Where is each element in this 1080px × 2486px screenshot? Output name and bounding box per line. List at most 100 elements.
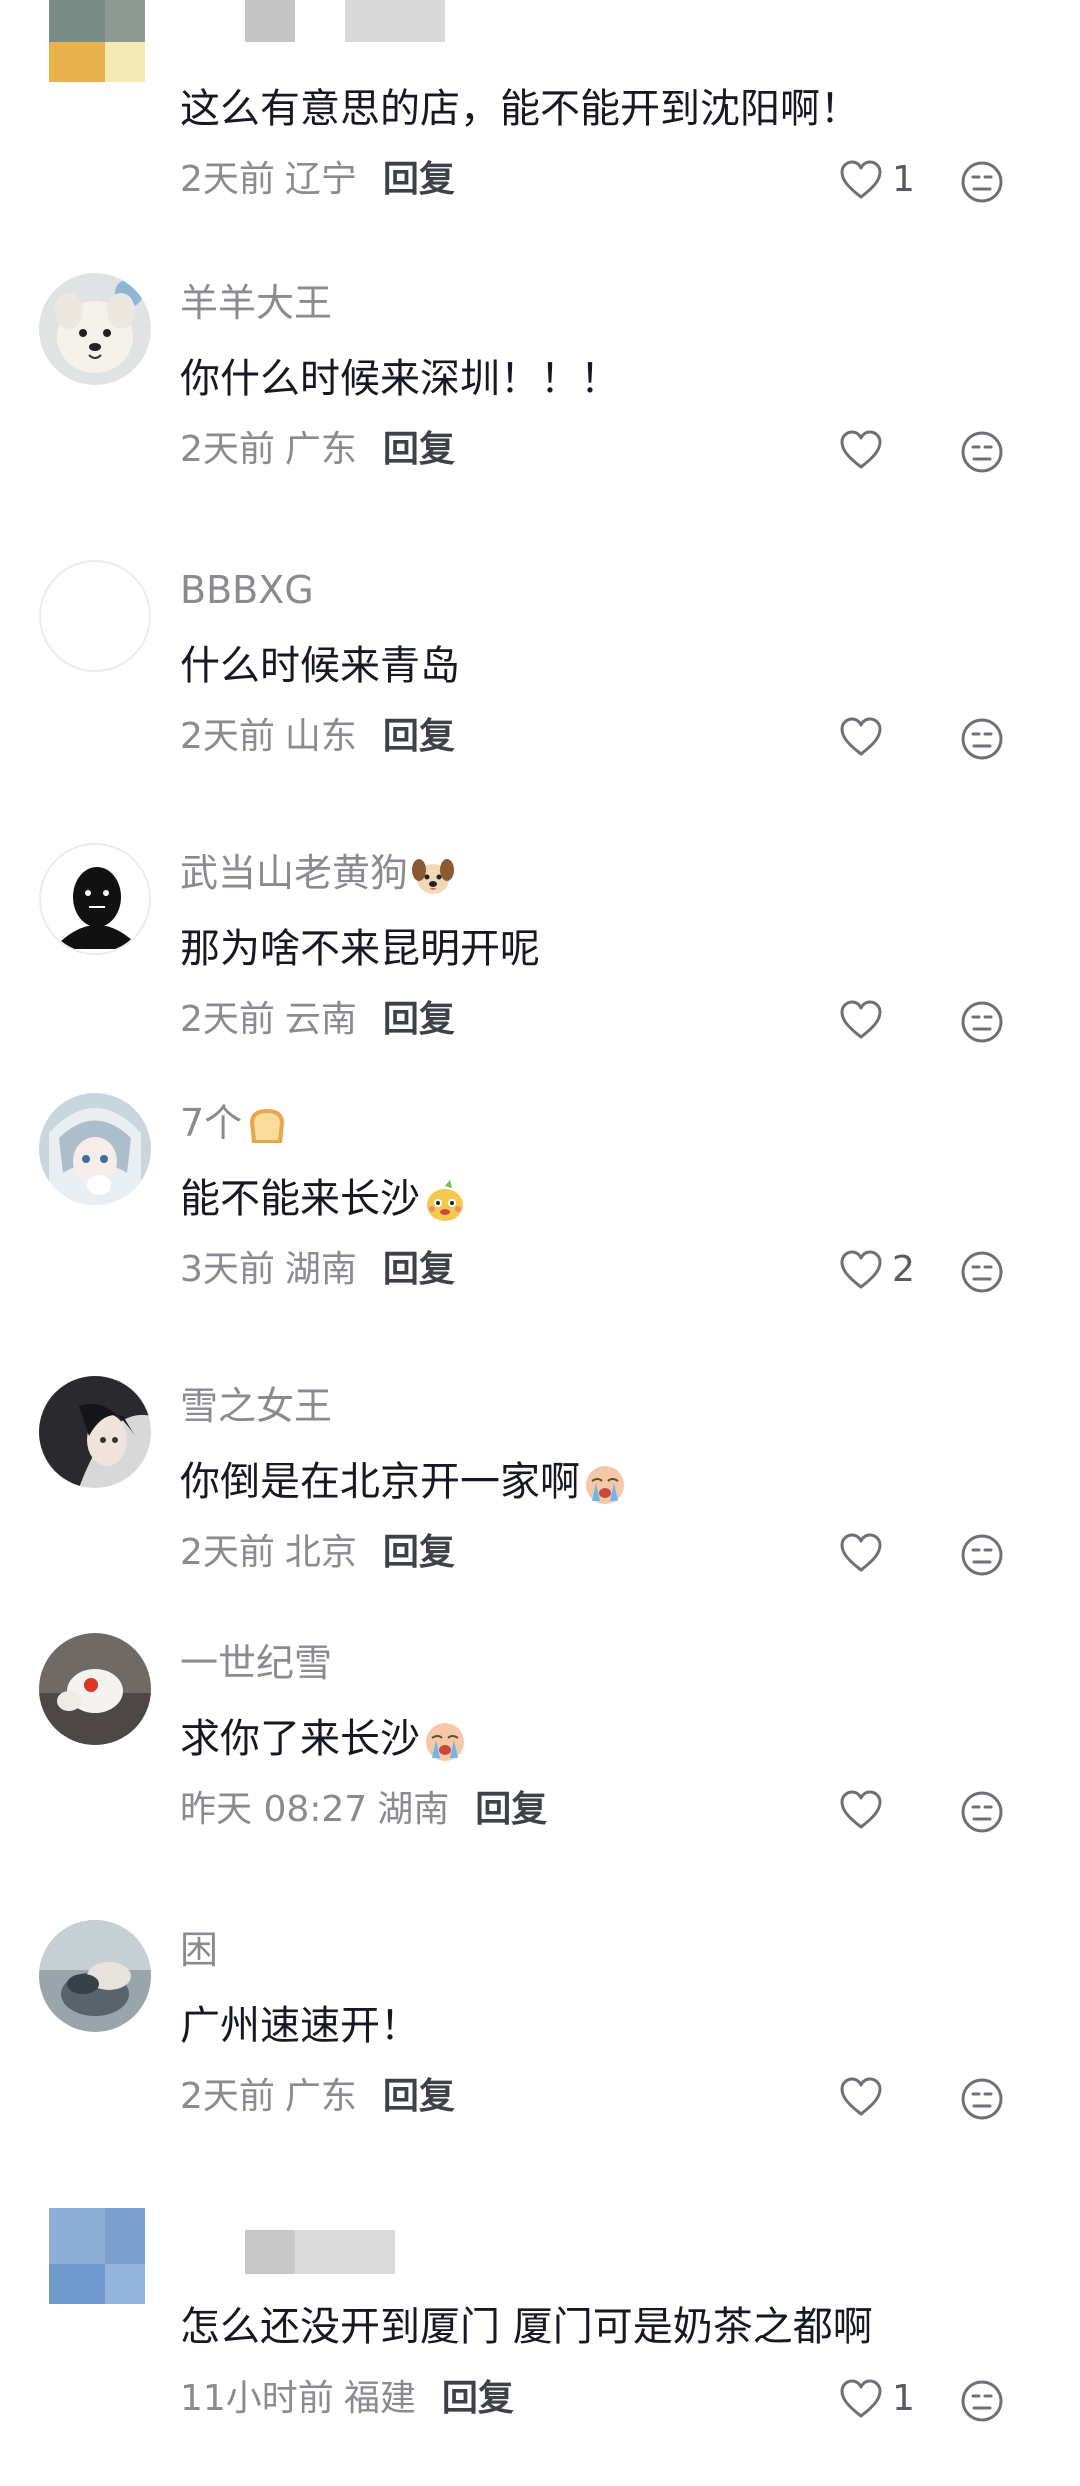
- comment-time: 2天前: [180, 429, 275, 470]
- comment-text: 什么时候来青岛: [180, 643, 460, 689]
- reply-button[interactable]: 回复: [383, 716, 455, 757]
- username[interactable]: 雪之女王: [180, 1383, 332, 1429]
- comment-meta: 2天前 辽宁 回复: [180, 158, 455, 202]
- neutral-face-icon: [960, 1000, 1004, 1044]
- avatar[interactable]: [39, 273, 151, 385]
- comment-text: 那为啥不来昆明开呢: [180, 926, 540, 972]
- comment-location: 湖南: [377, 1789, 450, 1830]
- username[interactable]: 7个: [180, 1100, 290, 1149]
- like-count: 1: [892, 2378, 915, 2419]
- dog-face-emoji: [410, 853, 456, 899]
- reply-button[interactable]: 回复: [442, 2378, 514, 2419]
- username[interactable]: 羊羊大王: [180, 280, 332, 326]
- neutral-face-icon: [960, 2077, 1004, 2121]
- crying-face-emoji: [582, 1461, 628, 1507]
- comment-time: 2天前: [180, 2076, 275, 2117]
- like-button[interactable]: 1: [838, 156, 915, 204]
- dislike-button[interactable]: [960, 160, 1004, 204]
- comment-text: 广州速速开！: [180, 2003, 420, 2049]
- comment-location: 山东: [284, 716, 357, 757]
- comment-text: 你什么时候来深圳！！！: [180, 356, 620, 402]
- heart-outline-icon: [838, 1532, 884, 1574]
- reply-button[interactable]: 回复: [383, 999, 455, 1040]
- reply-button[interactable]: 回复: [383, 2076, 455, 2117]
- username[interactable]: 困: [180, 1927, 218, 1973]
- username-blur: [245, 0, 295, 42]
- comment-time: 11小时前: [180, 2378, 334, 2419]
- comment-location: 福建: [343, 2378, 416, 2419]
- comment-text: 这么有意思的店，能不能开到沈阳啊！: [180, 86, 860, 132]
- neutral-face-icon: [960, 1533, 1004, 1577]
- comment-text-body: 能不能来长沙: [180, 1176, 420, 1222]
- reply-button[interactable]: 回复: [383, 1532, 455, 1573]
- comment-location: 湖南: [284, 1249, 357, 1290]
- comment-location: 辽宁: [284, 159, 357, 200]
- dislike-button[interactable]: [960, 1000, 1004, 1044]
- like-count: 1: [892, 159, 915, 200]
- dislike-button[interactable]: [960, 2379, 1004, 2423]
- heart-outline-icon: [838, 2378, 884, 2420]
- username[interactable]: 一世纪雪: [180, 1640, 332, 1686]
- comment-location: 广东: [284, 2076, 357, 2117]
- comment-location: 云南: [284, 999, 357, 1040]
- comment-text-body: 你倒是在北京开一家啊: [180, 1459, 580, 1505]
- heart-outline-icon: [838, 159, 884, 201]
- dislike-button[interactable]: [960, 1790, 1004, 1834]
- reply-button[interactable]: 回复: [383, 159, 455, 200]
- reply-button[interactable]: 回复: [383, 429, 455, 470]
- comment-meta: 2天前 广东 回复: [180, 428, 455, 472]
- avatar[interactable]: [39, 1093, 151, 1205]
- avatar[interactable]: [39, 1376, 151, 1488]
- like-button[interactable]: [838, 1529, 892, 1577]
- avatar[interactable]: [39, 843, 151, 955]
- avatar[interactable]: [39, 1633, 151, 1745]
- avatar[interactable]: [39, 1920, 151, 2032]
- comment-time: 3天前: [180, 1249, 275, 1290]
- like-button[interactable]: [838, 713, 892, 761]
- reply-button[interactable]: 回复: [383, 1249, 455, 1290]
- username-blur: [295, 2230, 395, 2274]
- comment-meta: 2天前 北京 回复: [180, 1531, 455, 1575]
- dislike-button[interactable]: [960, 2077, 1004, 2121]
- comment-meta: 昨天 08:27 湖南 回复: [180, 1788, 547, 1832]
- like-button[interactable]: 2: [838, 1246, 915, 1294]
- comment-time: 2天前: [180, 159, 275, 200]
- like-button[interactable]: [838, 2073, 892, 2121]
- heart-outline-icon: [838, 429, 884, 471]
- avatar[interactable]: [49, 2208, 145, 2304]
- dislike-button[interactable]: [960, 430, 1004, 474]
- neutral-face-icon: [960, 2379, 1004, 2423]
- neutral-face-icon: [960, 717, 1004, 761]
- comment-text: 怎么还没开到厦门 厦门可是奶茶之都啊: [180, 2304, 873, 2350]
- comment-location: 北京: [284, 1532, 357, 1573]
- cute-face-emoji: [422, 1178, 468, 1224]
- like-count: 2: [892, 1249, 915, 1290]
- avatar[interactable]: [39, 560, 151, 672]
- heart-outline-icon: [838, 716, 884, 758]
- username-text: 武当山老黄狗: [180, 851, 409, 895]
- comment-meta: 2天前 云南 回复: [180, 998, 455, 1042]
- comment-location: 广东: [284, 429, 357, 470]
- like-button[interactable]: 1: [838, 2375, 915, 2423]
- username-blur: [345, 0, 445, 42]
- dislike-button[interactable]: [960, 1250, 1004, 1294]
- comment-time: 2天前: [180, 1532, 275, 1573]
- dislike-button[interactable]: [960, 717, 1004, 761]
- comment-text-body: 求你了来长沙: [180, 1716, 420, 1762]
- username[interactable]: 武当山老黄狗: [180, 850, 456, 899]
- reply-button[interactable]: 回复: [475, 1789, 547, 1830]
- neutral-face-icon: [960, 160, 1004, 204]
- comment-text: 你倒是在北京开一家啊: [180, 1457, 628, 1507]
- neutral-face-icon: [960, 430, 1004, 474]
- comment-meta: 2天前 广东 回复: [180, 2075, 455, 2119]
- like-button[interactable]: [838, 996, 892, 1044]
- username-text: 7个: [180, 1101, 243, 1145]
- comment-time: 昨天 08:27: [180, 1789, 368, 1830]
- avatar[interactable]: [49, 0, 145, 82]
- like-button[interactable]: [838, 426, 892, 474]
- heart-outline-icon: [838, 999, 884, 1041]
- username[interactable]: BBBXG: [180, 567, 314, 613]
- dislike-button[interactable]: [960, 1533, 1004, 1577]
- like-button[interactable]: [838, 1786, 892, 1834]
- comment-meta: 2天前 山东 回复: [180, 715, 455, 759]
